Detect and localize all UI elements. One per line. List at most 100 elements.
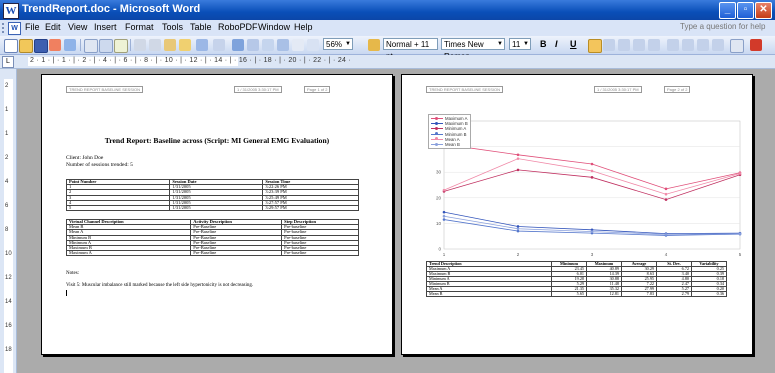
copy-icon[interactable] — [149, 39, 161, 51]
menu-insert[interactable]: Insert — [94, 22, 117, 32]
print-icon[interactable] — [84, 39, 98, 53]
menu-grip[interactable] — [2, 23, 7, 33]
tab-selector-icon[interactable]: L — [2, 56, 14, 68]
page1-header-right: Page 1 of 2 — [304, 86, 331, 93]
menu-robopdf[interactable]: RoboPDF — [218, 22, 258, 32]
page1-header-mid: 1 / 31/2005 3:30:17 PM — [234, 86, 282, 93]
italic-button[interactable]: I — [555, 39, 558, 49]
menu-table[interactable]: Table — [190, 22, 212, 32]
data-point — [738, 172, 742, 175]
increase-indent-icon[interactable] — [712, 39, 724, 51]
menu-file[interactable]: File — [25, 22, 40, 32]
maximize-button[interactable]: ▫ — [737, 2, 754, 19]
help-search-input[interactable]: Type a question for help — [680, 22, 765, 31]
font-size-select[interactable]: 11 ▼ — [509, 38, 531, 50]
page-2[interactable]: TREND REPORT BASELINE SESSION 1 / 31/200… — [401, 74, 753, 355]
table-cell: Mean B — [426, 291, 552, 297]
align-center-icon[interactable] — [603, 39, 615, 51]
legend-label: Mean B — [445, 142, 460, 148]
style-select[interactable]: Normal + 11 pt — [383, 38, 438, 61]
page2-header-left: TREND REPORT BASELINE SESSION — [426, 86, 503, 93]
tables-borders-icon[interactable] — [247, 39, 259, 51]
vertical-ruler[interactable]: 2 1 1 2 4 6 8 10 12 14 16 18 — [0, 69, 17, 373]
vertical-ruler-label: 14 — [5, 299, 12, 305]
paste-icon[interactable] — [164, 39, 176, 51]
border-icon[interactable] — [730, 39, 744, 53]
menu-help[interactable]: Help — [294, 22, 313, 32]
legend-swatch-icon — [431, 132, 443, 136]
chevron-down-icon[interactable]: ▼ — [522, 39, 530, 49]
spelling-icon[interactable] — [114, 39, 128, 53]
cut-icon[interactable] — [134, 39, 146, 51]
data-point — [516, 225, 520, 228]
print-preview-icon[interactable] — [99, 39, 113, 53]
vertical-ruler-label: 10 — [5, 251, 12, 257]
decrease-indent-icon[interactable] — [697, 39, 709, 51]
menu-format[interactable]: Format — [125, 22, 154, 32]
hyperlink-icon[interactable] — [232, 39, 244, 51]
page-1[interactable]: TREND REPORT BASELINE SESSION 1 / 31/200… — [41, 74, 393, 355]
data-point — [516, 227, 520, 231]
page1-header-left: TREND REPORT BASELINE SESSION — [66, 86, 143, 93]
data-point — [516, 229, 520, 233]
bullets-icon[interactable] — [682, 39, 694, 51]
vertical-ruler-label: 1 — [5, 131, 9, 137]
font-select[interactable]: Times New Roman▼ — [441, 38, 505, 61]
drawing-icon[interactable] — [292, 39, 304, 51]
table-row: 5 1/31/2005 3:29:57 PM — [65, 204, 359, 212]
show-hide-icon[interactable] — [307, 39, 319, 51]
insert-table-icon[interactable] — [262, 39, 274, 51]
bold-button[interactable]: B — [540, 39, 547, 49]
menu-view[interactable]: View — [68, 22, 87, 32]
menu-edit[interactable]: Edit — [45, 22, 61, 32]
y-tick-label: 30 — [436, 170, 442, 175]
styles-icon[interactable] — [368, 39, 380, 51]
horizontal-ruler[interactable]: L 2 · 1 · | · 1 · | · 2 · | · 4 · | · 6 … — [0, 55, 775, 69]
numbering-icon[interactable] — [667, 39, 679, 51]
open-folder-icon[interactable] — [19, 39, 33, 53]
underline-button[interactable]: U — [570, 39, 577, 49]
columns-icon[interactable] — [277, 39, 289, 51]
table-cell: 5 — [65, 204, 171, 212]
format-painter-icon[interactable] — [179, 39, 191, 51]
vertical-ruler-label: 18 — [5, 347, 12, 353]
legend-marker-icon — [435, 126, 438, 130]
justify-icon[interactable] — [633, 39, 645, 51]
data-point — [590, 230, 594, 233]
save-icon[interactable] — [34, 39, 48, 53]
minimize-button[interactable]: _ — [719, 2, 736, 19]
align-right-icon[interactable] — [618, 39, 630, 51]
legend-marker-icon — [435, 137, 438, 141]
sessions-table: Point Number Session Date Session Time 1… — [65, 178, 359, 212]
zoom-select[interactable]: 56% ▼ — [323, 38, 353, 50]
page2-header-mid: 1 / 31/2005 3:30:17 PM — [594, 86, 642, 93]
table-cell: 3:29:57 PM — [262, 204, 359, 212]
data-point — [442, 210, 446, 214]
align-left-icon[interactable] — [588, 39, 602, 53]
chevron-down-icon[interactable]: ▼ — [344, 39, 352, 49]
chevron-down-icon[interactable]: ▼ — [496, 39, 504, 49]
table-cell: Pre-Baseline — [190, 250, 283, 257]
menu-tools[interactable]: Tools — [162, 22, 183, 32]
permission-icon[interactable] — [49, 39, 61, 51]
redo-icon[interactable] — [213, 39, 225, 51]
undo-icon[interactable] — [196, 39, 208, 51]
close-button[interactable]: ✕ — [755, 2, 772, 19]
data-point — [442, 188, 446, 192]
line-spacing-icon[interactable] — [648, 39, 660, 51]
font-color-icon[interactable] — [750, 39, 762, 51]
y-tick-label: 10 — [436, 221, 442, 226]
document-workspace[interactable]: TREND REPORT BASELINE SESSION 1 / 31/200… — [17, 69, 775, 373]
client-info: Client: John Doe Number of sessions tren… — [66, 155, 133, 169]
document-icon[interactable]: W — [8, 22, 21, 35]
word-app-icon[interactable]: W — [3, 3, 19, 19]
vertical-ruler-label: 12 — [5, 275, 12, 281]
vertical-ruler-label: 2 — [5, 155, 9, 161]
new-document-icon[interactable] — [4, 39, 18, 53]
x-tick-label: 3 — [591, 252, 594, 257]
email-icon[interactable] — [64, 39, 76, 51]
table-cell: 7.83 — [621, 291, 657, 297]
legend-marker-icon — [435, 132, 438, 136]
menu-window[interactable]: Window — [258, 22, 290, 32]
table-cell: 12.81 — [586, 291, 622, 297]
